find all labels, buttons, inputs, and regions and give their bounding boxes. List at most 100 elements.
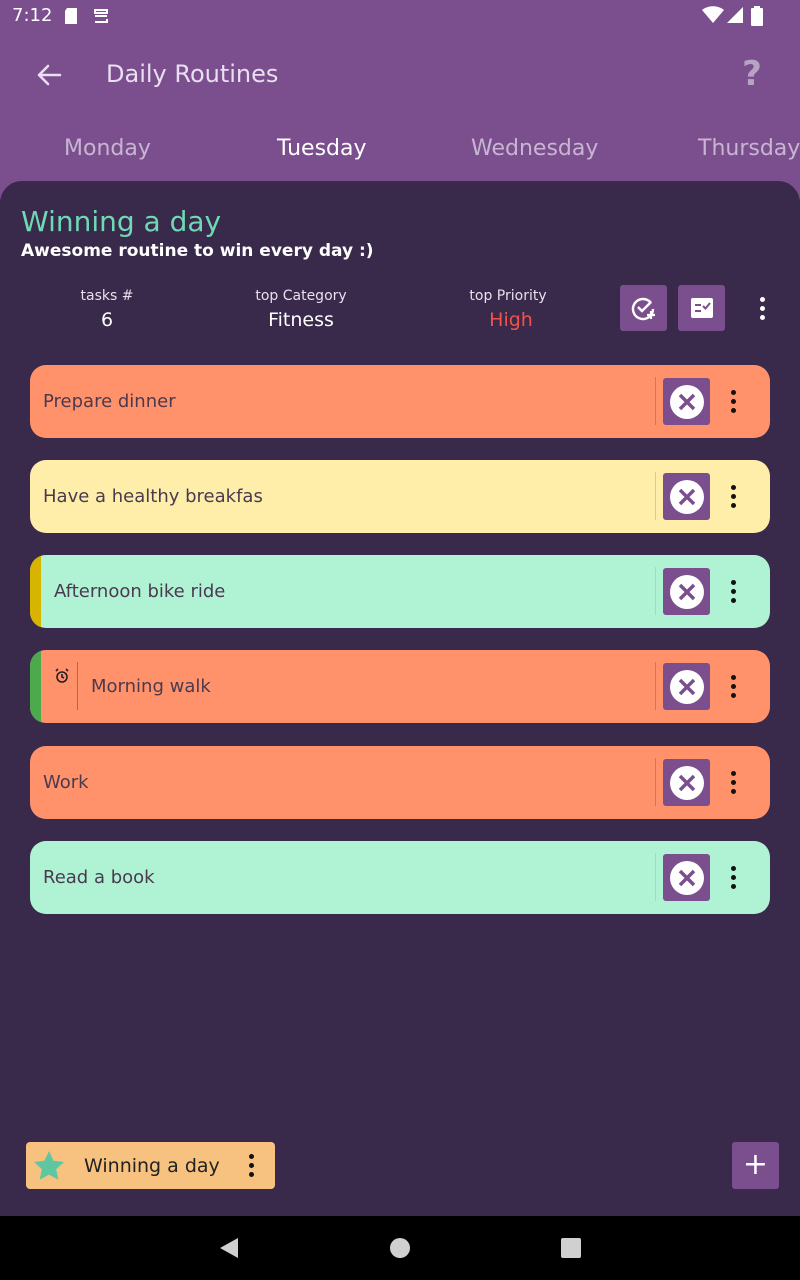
dot — [730, 484, 736, 490]
task-card[interactable]: Have a healthy breakfas — [30, 460, 770, 533]
task-card[interactable]: Morning walk — [30, 650, 770, 723]
dot — [730, 779, 736, 785]
task-divider — [655, 853, 656, 901]
back-arrow-icon[interactable] — [32, 58, 66, 92]
task-more-menu[interactable] — [723, 481, 743, 511]
dot — [730, 683, 736, 689]
dot — [730, 874, 736, 880]
dot — [730, 692, 736, 698]
sd-card-icon — [65, 8, 77, 24]
dot — [248, 1171, 254, 1177]
wifi-icon — [702, 6, 724, 23]
close-circle-icon — [669, 384, 704, 419]
dot — [730, 389, 736, 395]
checklist-button[interactable] — [678, 285, 725, 331]
routine-chip[interactable]: Winning a day — [26, 1142, 275, 1189]
close-icon — [678, 678, 695, 695]
help-button[interactable]: ? — [736, 54, 768, 94]
dot — [730, 493, 736, 499]
task-label: Have a healthy breakfas — [43, 486, 263, 507]
task-more-menu[interactable] — [723, 767, 743, 797]
task-label: Morning walk — [91, 676, 211, 697]
dot — [730, 788, 736, 794]
task-more-menu[interactable] — [723, 386, 743, 416]
close-icon — [678, 774, 695, 791]
dot — [730, 883, 736, 889]
task-remove-button[interactable] — [663, 473, 710, 520]
dot — [730, 588, 736, 594]
tab-tuesday[interactable]: Tuesday — [277, 136, 367, 161]
dot — [730, 597, 736, 603]
sync-icon — [94, 9, 108, 23]
task-label: Work — [43, 772, 89, 793]
task-remove-button[interactable] — [663, 854, 710, 901]
routine-chip-more-menu[interactable] — [241, 1150, 261, 1180]
routine-description: Awesome routine to win every day :) — [21, 241, 374, 261]
add-task-button[interactable]: + — [732, 1142, 779, 1189]
nav-home-icon[interactable] — [389, 1237, 411, 1259]
close-icon — [678, 488, 695, 505]
tab-thursday[interactable]: Thursday — [698, 136, 800, 161]
tasks-count-value: 6 — [100, 309, 114, 331]
top-priority-value: High — [489, 309, 533, 331]
task-label: Prepare dinner — [43, 391, 176, 412]
check-circle-plus-icon — [631, 297, 655, 321]
close-circle-icon — [669, 574, 704, 609]
task-more-menu[interactable] — [723, 576, 743, 606]
dot — [759, 305, 765, 311]
task-divider — [655, 377, 656, 425]
tab-wednesday[interactable]: Wednesday — [471, 136, 598, 161]
task-remove-button[interactable] — [663, 568, 710, 615]
dot — [759, 296, 765, 302]
page-title: Daily Routines — [106, 60, 279, 88]
tab-monday[interactable]: Monday — [64, 136, 151, 161]
task-more-menu[interactable] — [723, 671, 743, 701]
dot — [248, 1162, 254, 1168]
close-circle-icon — [669, 669, 704, 704]
priority-stripe — [30, 555, 41, 628]
status-bar: 7:12 — [0, 0, 800, 34]
nav-recents-icon[interactable] — [561, 1238, 581, 1258]
close-icon — [678, 869, 695, 886]
task-card[interactable]: Prepare dinner — [30, 365, 770, 438]
close-icon — [678, 583, 695, 600]
top-priority-label: top Priority — [469, 288, 547, 304]
routine-more-menu[interactable] — [752, 293, 772, 323]
task-remove-button[interactable] — [663, 759, 710, 806]
dot — [730, 770, 736, 776]
routine-chip-label: Winning a day — [84, 1155, 220, 1177]
routine-title: Winning a day — [21, 205, 222, 238]
task-card[interactable]: Work — [30, 746, 770, 819]
task-remove-button[interactable] — [663, 663, 710, 710]
dot — [730, 407, 736, 413]
dot — [730, 674, 736, 680]
priority-stripe — [30, 650, 41, 723]
alarm-icon — [55, 668, 69, 683]
top-category-value: Fitness — [268, 309, 334, 331]
close-circle-icon — [669, 765, 704, 800]
dot — [730, 398, 736, 404]
task-divider — [655, 472, 656, 520]
task-inner-divider — [77, 662, 78, 710]
star-icon — [34, 1151, 64, 1180]
add-completion-button[interactable] — [620, 285, 667, 331]
task-remove-button[interactable] — [663, 378, 710, 425]
task-label: Afternoon bike ride — [54, 581, 226, 602]
task-card[interactable]: Read a book — [30, 841, 770, 914]
dot — [759, 314, 765, 320]
nav-back-icon[interactable] — [218, 1237, 240, 1259]
status-time: 7:12 — [12, 5, 53, 26]
task-card[interactable]: Afternoon bike ride — [30, 555, 770, 628]
dot — [730, 865, 736, 871]
dot — [730, 579, 736, 585]
task-label: Read a book — [43, 867, 155, 888]
close-icon — [678, 393, 695, 410]
checklist-icon — [690, 298, 713, 318]
task-more-menu[interactable] — [723, 862, 743, 892]
close-circle-icon — [669, 479, 704, 514]
task-divider — [655, 758, 656, 806]
task-divider — [655, 662, 656, 710]
dot — [730, 502, 736, 508]
close-circle-icon — [669, 860, 704, 895]
top-category-label: top Category — [255, 288, 347, 304]
